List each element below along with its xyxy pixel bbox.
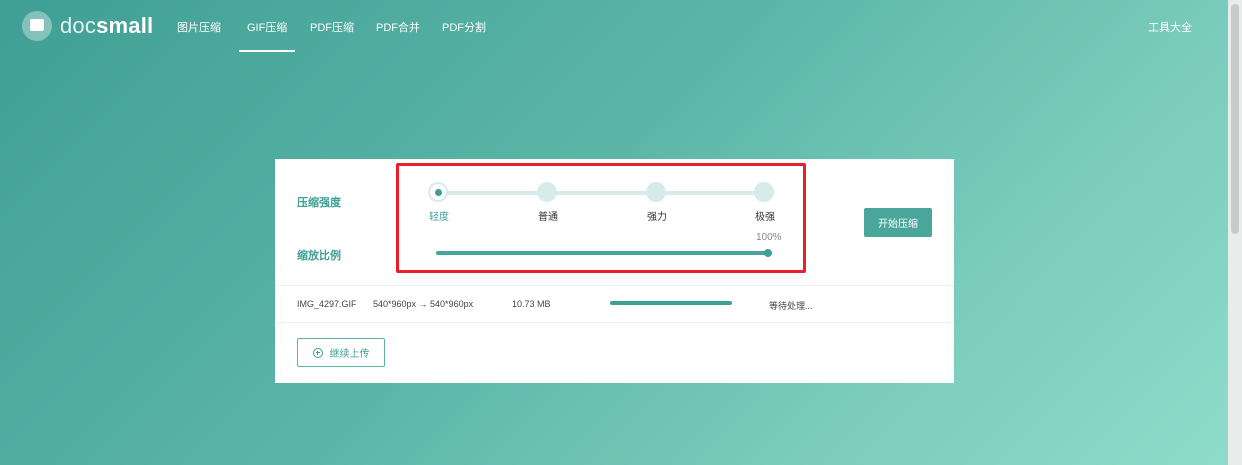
divider-top bbox=[275, 285, 954, 286]
start-compress-button[interactable]: 开始压缩 bbox=[864, 208, 932, 237]
highlight-box bbox=[396, 163, 806, 273]
nav-tools[interactable]: 工具大全 bbox=[1148, 19, 1192, 35]
nav-pdf-split[interactable]: PDF分割 bbox=[442, 19, 486, 35]
nav-pdf-merge[interactable]: PDF合并 bbox=[376, 19, 420, 35]
divider-bottom bbox=[275, 322, 954, 323]
logo[interactable]: docsmall bbox=[22, 11, 153, 41]
logo-icon bbox=[22, 11, 52, 41]
logo-prefix: doc bbox=[60, 13, 97, 38]
logo-text: docsmall bbox=[60, 13, 153, 39]
scale-label: 缩放比例 bbox=[297, 250, 341, 262]
scrollbar[interactable] bbox=[1228, 0, 1242, 465]
nav-image-compress[interactable]: 图片压缩 bbox=[177, 19, 221, 35]
nav-gif-compress[interactable]: GIF压缩 bbox=[238, 19, 296, 52]
file-dimensions: 540*960px → 540*960px bbox=[373, 299, 474, 309]
file-size: 10.73 MB bbox=[512, 299, 551, 309]
file-status: 等待处理... bbox=[769, 301, 813, 311]
file-progress-bar bbox=[610, 301, 732, 305]
top-nav: docsmall 图片压缩 GIF压缩 PDF压缩 PDF合并 PDF分割 工具… bbox=[0, 0, 1228, 52]
strength-label: 压缩强度 bbox=[297, 197, 341, 209]
add-circle-icon bbox=[312, 347, 323, 358]
continue-upload-label: 继续上传 bbox=[329, 349, 370, 360]
logo-name: small bbox=[96, 13, 154, 38]
nav-pdf-compress[interactable]: PDF压缩 bbox=[310, 19, 354, 35]
continue-upload-button[interactable]: 继续上传 bbox=[297, 338, 385, 367]
scroll-thumb[interactable] bbox=[1231, 4, 1239, 234]
file-name: IMG_4297.GIF bbox=[297, 299, 357, 309]
